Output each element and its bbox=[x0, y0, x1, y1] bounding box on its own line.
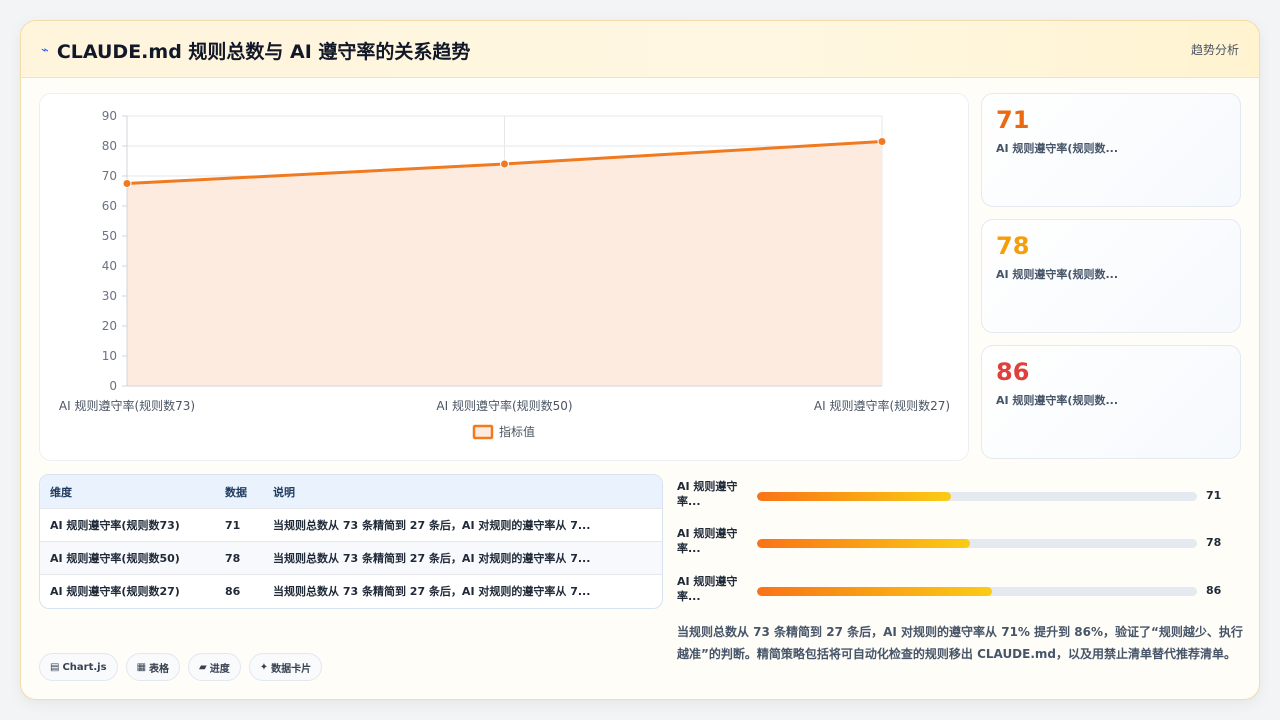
stat-card-1[interactable]: 71 AI 规则遵守率(规则数... bbox=[981, 93, 1241, 207]
progress-label: AI 规则遵守率... bbox=[677, 575, 738, 603]
chart-line-icon: ⌁ bbox=[41, 43, 49, 58]
legend-label: 指标值 bbox=[499, 424, 535, 439]
y-tick-label: 60 bbox=[102, 199, 117, 213]
progress-track bbox=[757, 492, 1197, 501]
tag-table[interactable]: ▦ 表格 bbox=[125, 653, 181, 681]
progress-track bbox=[757, 539, 1197, 548]
data-table: 维度 数据 说明 AI 规则遵守率(规则数73) 71 当规则总数从 73 条精… bbox=[39, 474, 663, 609]
table-cell: 当规则总数从 73 条精简到 27 条后，AI 对规则的遵守率从 7... bbox=[263, 508, 662, 542]
data-point bbox=[122, 179, 132, 188]
tag-label: 数据卡片 bbox=[271, 663, 312, 675]
table-cell: 78 bbox=[215, 541, 263, 575]
table-cell: AI 规则遵守率(规则数50) bbox=[40, 541, 215, 575]
table-icon: ▦ bbox=[136, 661, 147, 673]
stat-value: 71 bbox=[996, 106, 1030, 134]
y-tick-label: 80 bbox=[102, 139, 117, 153]
tag-progress[interactable]: ▰ 进度 bbox=[188, 653, 241, 681]
progress-row: AI 规则遵守率... 78 bbox=[677, 526, 1247, 562]
progress-icon: ▰ bbox=[199, 661, 207, 673]
progress-fill bbox=[757, 587, 993, 596]
table-row[interactable]: AI 规则遵守率(规则数27) 86 当规则总数从 73 条精简到 27 条后，… bbox=[40, 574, 662, 607]
table-cell: 71 bbox=[215, 508, 263, 542]
progress-row: AI 规则遵守率... 86 bbox=[677, 574, 1247, 610]
tag-label: 表格 bbox=[149, 663, 170, 675]
table-row[interactable]: AI 规则遵守率(规则数73) 71 当规则总数从 73 条精简到 27 条后，… bbox=[40, 508, 662, 542]
y-tick-label: 90 bbox=[102, 109, 117, 123]
column-header[interactable]: 维度 bbox=[40, 475, 215, 509]
stat-card-3[interactable]: 86 AI 规则遵守率(规则数... bbox=[981, 345, 1241, 459]
chart-svg: 0 10 20 30 40 50 60 70 80 90 AI 规则遵守率(规则数73) AI 规则遵… bbox=[59, 109, 950, 440]
tag-chartjs[interactable]: ▤ Chart.js bbox=[39, 653, 118, 681]
progress-value: 71 bbox=[1206, 489, 1222, 502]
y-tick-label: 40 bbox=[102, 259, 117, 273]
stat-label: AI 规则遵守率(规则数... bbox=[996, 142, 1118, 155]
y-tick-label: 20 bbox=[102, 319, 117, 333]
stat-card-2[interactable]: 78 AI 规则遵守率(规则数... bbox=[981, 219, 1241, 333]
title-text: CLAUDE.md 规则总数与 AI 遵守率的关系趋势 bbox=[56, 41, 471, 63]
progress-value: 86 bbox=[1206, 584, 1222, 597]
tag-label: 进度 bbox=[209, 663, 230, 675]
progress-track bbox=[757, 587, 1197, 596]
progress-fill bbox=[757, 539, 971, 548]
page-title: ⌁ CLAUDE.md 规则总数与 AI 遵守率的关系趋势 bbox=[41, 37, 470, 64]
y-tick-label: 10 bbox=[102, 349, 117, 363]
progress-value: 78 bbox=[1206, 536, 1222, 549]
tag-data-cards[interactable]: ✦ 数据卡片 bbox=[248, 653, 323, 681]
progress-fill bbox=[757, 492, 951, 501]
y-tick-label: 0 bbox=[109, 379, 117, 393]
y-tick-label: 70 bbox=[102, 169, 117, 183]
summary-text: 当规则总数从 73 条精简到 27 条后，AI 对规则的遵守率从 71% 提升到… bbox=[677, 625, 1243, 661]
stat-label: AI 规则遵守率(规则数... bbox=[996, 268, 1118, 281]
x-tick-label: AI 规则遵守率(规则数27) bbox=[814, 398, 950, 413]
table-header-row: 维度 数据 说明 bbox=[40, 475, 662, 509]
table-cell: AI 规则遵守率(规则数27) bbox=[40, 574, 215, 607]
progress-label: AI 规则遵守率... bbox=[677, 527, 738, 555]
table-cell: 当规则总数从 73 条精简到 27 条后，AI 对规则的遵守率从 7... bbox=[263, 574, 662, 607]
stat-value: 78 bbox=[996, 232, 1030, 260]
trend-analysis-link[interactable]: 趋势分析 bbox=[1191, 41, 1239, 58]
table-row[interactable]: AI 规则遵守率(规则数50) 78 当规则总数从 73 条精简到 27 条后，… bbox=[40, 541, 662, 575]
column-header[interactable]: 数据 bbox=[215, 475, 263, 509]
stat-label: AI 规则遵守率(规则数... bbox=[996, 394, 1118, 407]
report-card: ⌁ CLAUDE.md 规则总数与 AI 遵守率的关系趋势 趋势分析 0 10 20… bbox=[20, 20, 1260, 700]
sparkle-icon: ✦ bbox=[259, 661, 269, 673]
chart-icon: ▤ bbox=[50, 661, 60, 673]
stat-value: 86 bbox=[996, 358, 1030, 386]
column-header[interactable]: 说明 bbox=[263, 475, 662, 509]
legend-swatch bbox=[472, 424, 494, 440]
trend-chart: 0 10 20 30 40 50 60 70 80 90 AI 规则遵守率(规则数73) AI 规则遵… bbox=[39, 93, 969, 461]
progress-label: AI 规则遵守率... bbox=[677, 480, 738, 508]
tag-label: Chart.js bbox=[62, 661, 107, 673]
table-cell: 86 bbox=[215, 574, 263, 607]
x-tick-label: AI 规则遵守率(规则数50) bbox=[436, 398, 572, 413]
y-tick-label: 30 bbox=[102, 289, 117, 303]
data-point bbox=[877, 137, 887, 146]
x-tick-label: AI 规则遵守率(规则数73) bbox=[59, 398, 195, 413]
y-tick-label: 50 bbox=[102, 229, 117, 243]
progress-row: AI 规则遵守率... 71 bbox=[677, 479, 1247, 515]
table-cell: AI 规则遵守率(规则数73) bbox=[40, 508, 215, 542]
data-point bbox=[500, 159, 509, 169]
table-cell: 当规则总数从 73 条精简到 27 条后，AI 对规则的遵守率从 7... bbox=[263, 541, 662, 575]
tag-list: ▤ Chart.js ▦ 表格 ▰ 进度 ✦ 数据卡片 bbox=[39, 653, 323, 681]
card-header: ⌁ CLAUDE.md 规则总数与 AI 遵守率的关系趋势 趋势分析 bbox=[21, 21, 1259, 78]
